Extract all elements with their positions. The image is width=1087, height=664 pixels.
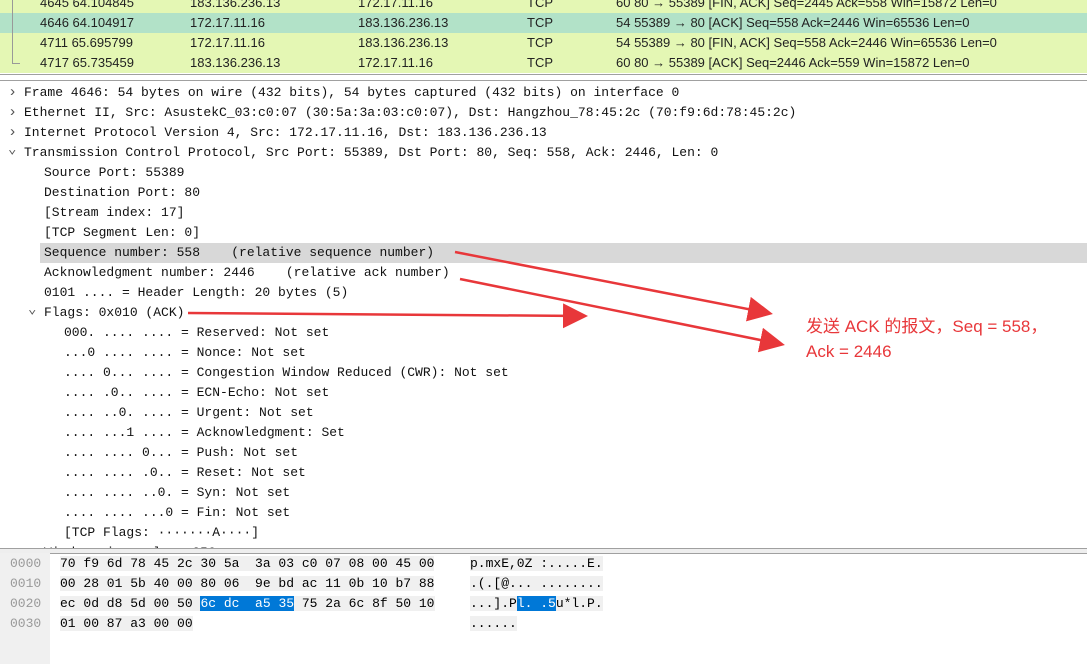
arrow-seq [454,250,773,322]
arrow-flags [187,303,588,329]
annotation-line-1: 发送 ACK 的报文，Seq = 558， [806,317,1048,336]
arrow-ack [459,277,785,353]
annotation-text: 发送 ACK 的报文，Seq = 558， Ack = 2446 [806,314,1047,364]
annotation-line-2: Ack = 2446 [806,342,892,361]
